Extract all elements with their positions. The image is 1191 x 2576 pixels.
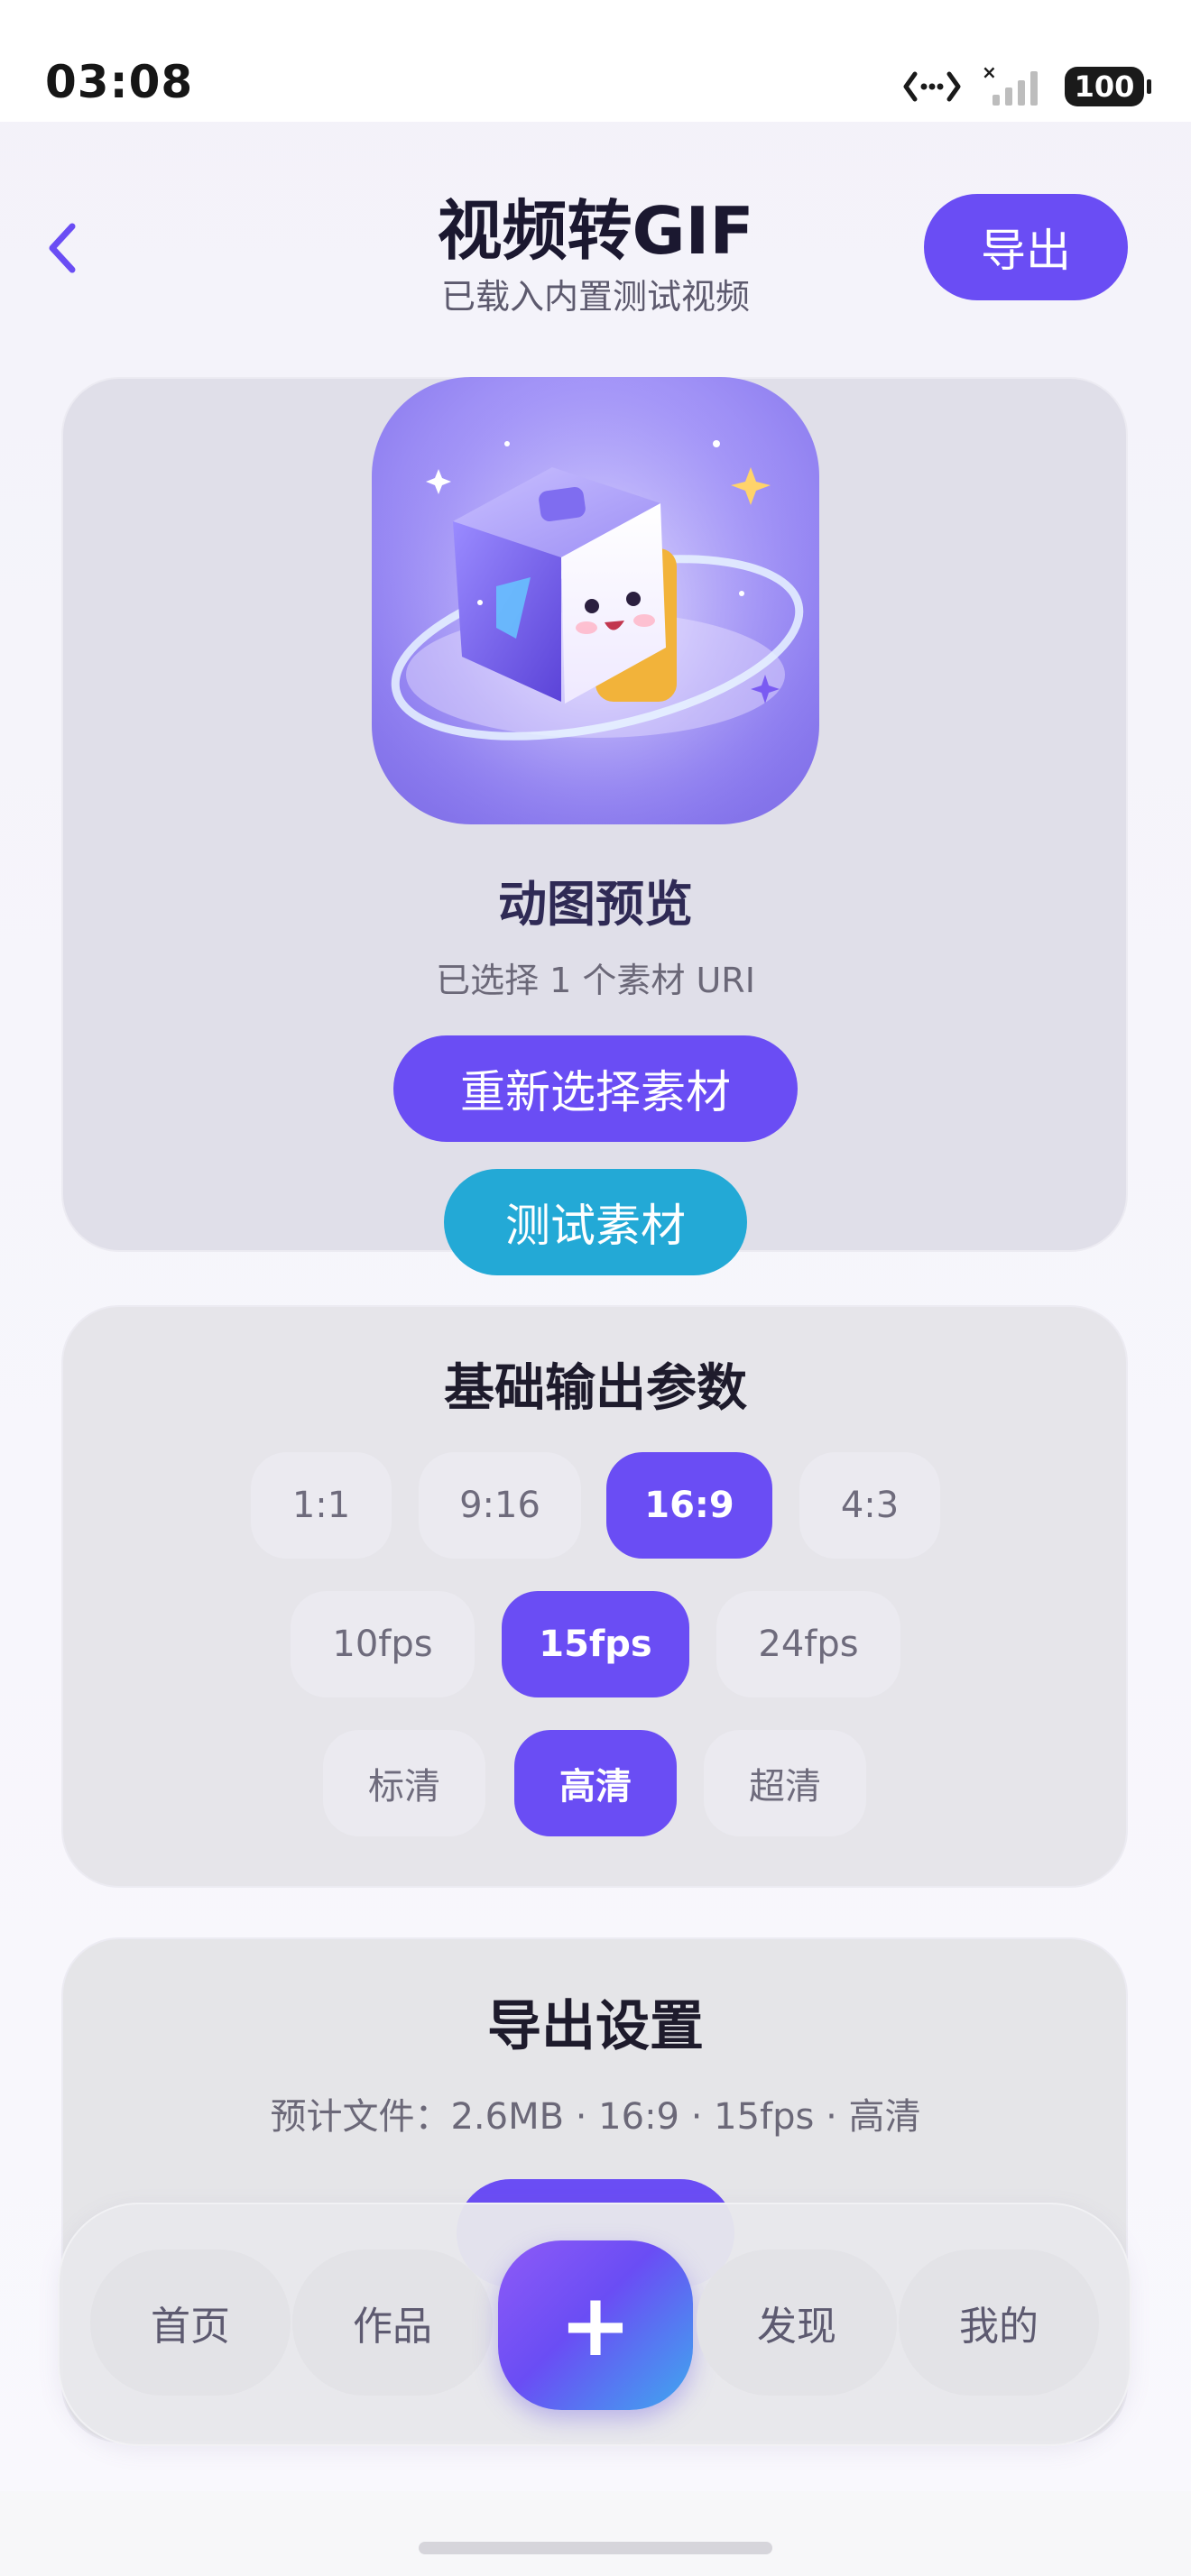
- fps-chip-24[interactable]: 24fps: [716, 1591, 900, 1697]
- plus-icon: +: [559, 2275, 632, 2376]
- fps-chip-15[interactable]: 15fps: [502, 1591, 689, 1697]
- tab-discover[interactable]: 发现: [697, 2249, 897, 2396]
- test-material-button[interactable]: 测试素材: [444, 1169, 747, 1275]
- export-estimate-info: 预计文件：2.6MB · 16:9 · 15fps · 高清: [270, 2096, 921, 2138]
- reselect-material-button[interactable]: 重新选择素材: [393, 1035, 798, 1142]
- tab-works[interactable]: 作品: [292, 2249, 493, 2396]
- gif-cube-illustration: [372, 377, 819, 824]
- page: 03:08 × 100 视频转GIF 已载入内置测试视频 导出 动图预览 已选择…: [0, 0, 1191, 2576]
- ratio-chip-4-3[interactable]: 4:3: [799, 1452, 940, 1559]
- battery-indicator: 100: [1065, 67, 1151, 106]
- status-icons: × 100: [902, 60, 1151, 114]
- quality-chip-high[interactable]: 高清: [514, 1730, 677, 1836]
- preview-selection-count: 已选择 1 个素材 URI: [436, 961, 755, 1000]
- export-button[interactable]: 导出: [924, 194, 1128, 300]
- quality-chip-ultra[interactable]: 超清: [704, 1730, 866, 1836]
- ratio-chip-9-16[interactable]: 9:16: [419, 1452, 581, 1559]
- tab-home[interactable]: 首页: [90, 2249, 291, 2396]
- tab-mine[interactable]: 我的: [899, 2249, 1099, 2396]
- data-transfer-icon: [903, 71, 961, 102]
- signal-icon: ×: [982, 64, 1038, 106]
- status-bar: 03:08 × 100: [0, 0, 1191, 122]
- preview-title: 动图预览: [498, 876, 693, 933]
- ratio-chip-1-1[interactable]: 1:1: [251, 1452, 392, 1559]
- bottom-safe-area: [0, 2491, 1191, 2576]
- svg-text:×: ×: [982, 64, 997, 83]
- preview-image: [372, 377, 819, 824]
- home-indicator[interactable]: [419, 2542, 772, 2554]
- quality-chip-standard[interactable]: 标清: [323, 1730, 485, 1836]
- create-button[interactable]: +: [498, 2240, 693, 2410]
- header: 视频转GIF 已载入内置测试视频 导出: [0, 122, 1191, 338]
- export-settings-title: 导出设置: [487, 1995, 704, 2058]
- status-time: 03:08: [45, 56, 194, 108]
- fps-chip-10[interactable]: 10fps: [291, 1591, 475, 1697]
- ratio-chip-16-9[interactable]: 16:9: [606, 1452, 772, 1559]
- output-params-title: 基础输出参数: [444, 1359, 747, 1418]
